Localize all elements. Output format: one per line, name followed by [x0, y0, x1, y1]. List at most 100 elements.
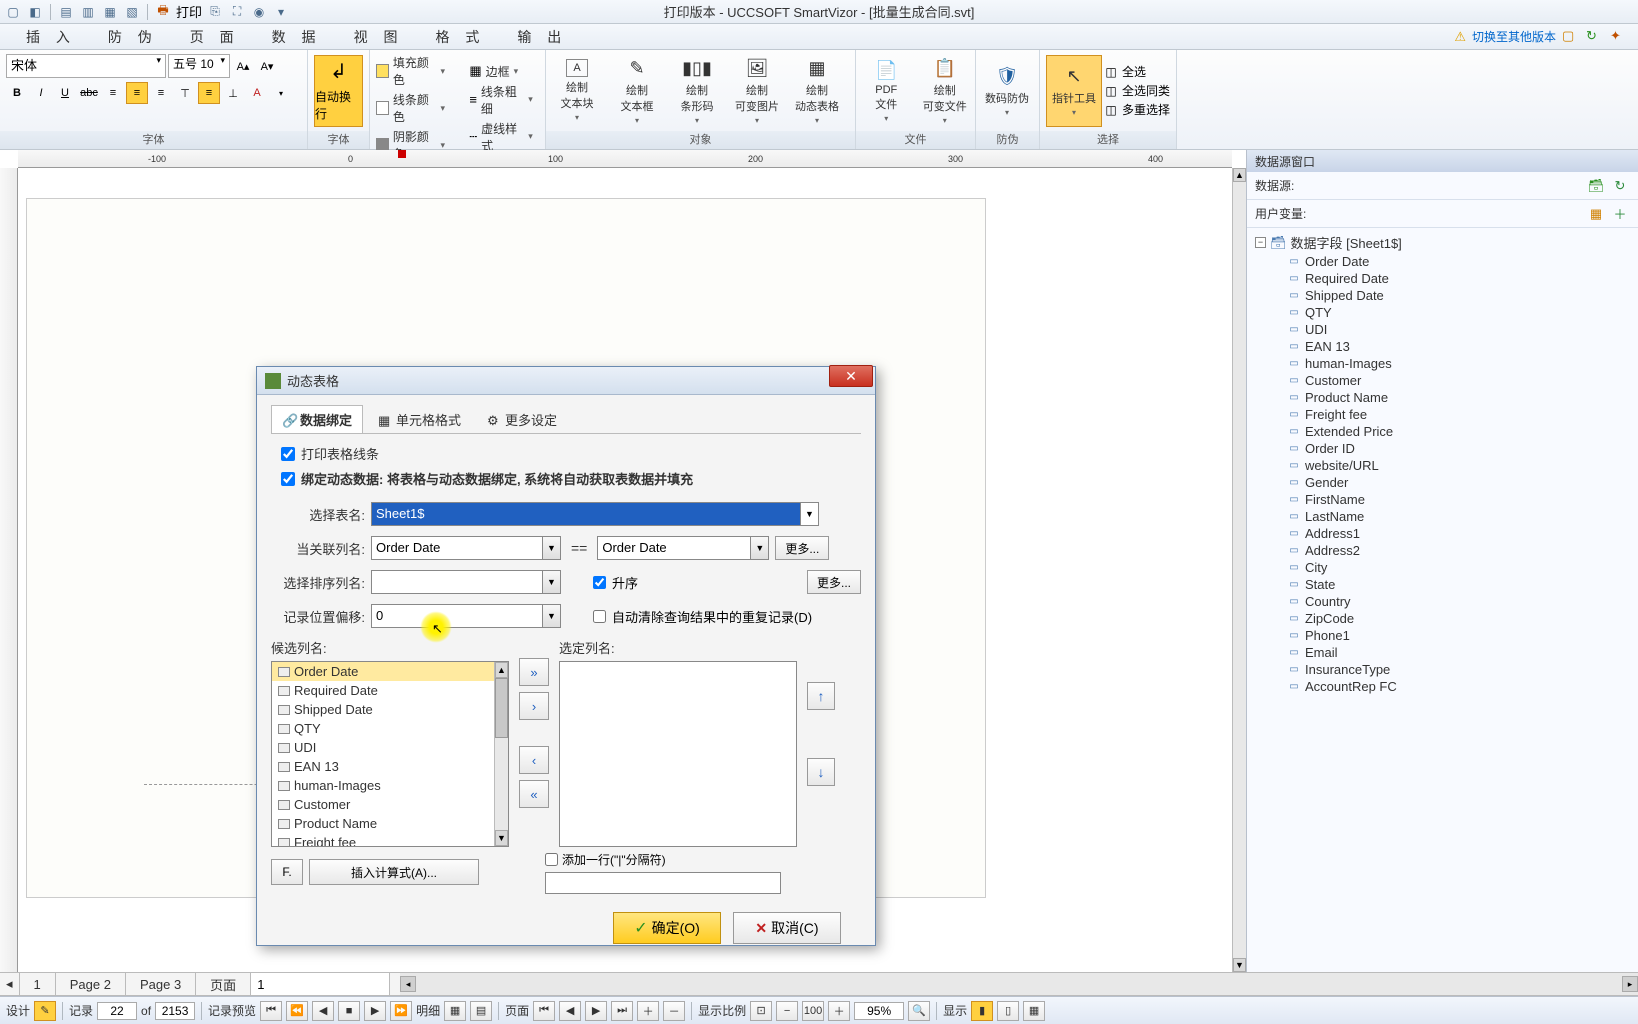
canvas[interactable]: 👠 ✕ 动态表格 🔗数据绑定 ▦单元格格式 ⚙更多设定 — [18, 168, 1232, 972]
nav-next10-button[interactable]: ⏩ — [390, 1001, 412, 1021]
list-item[interactable]: Required Date — [272, 681, 508, 700]
move-down-button[interactable]: ↓ — [807, 758, 835, 786]
db-icon[interactable]: 🗃 — [1586, 176, 1606, 196]
relation-more-button[interactable]: 更多... — [775, 536, 829, 560]
var-add-icon[interactable]: ＋ — [1610, 204, 1630, 224]
listbox-scrollbar[interactable]: ▲ ▼ — [494, 662, 508, 846]
list-item[interactable]: UDI — [272, 738, 508, 757]
tree-field[interactable]: ▭Freight fee — [1247, 406, 1638, 423]
page-tab[interactable]: Page 2 — [56, 973, 126, 995]
tree-field[interactable]: ▭Gender — [1247, 474, 1638, 491]
candidate-listbox[interactable]: Order Date Required Date Shipped Date QT… — [271, 661, 509, 847]
qat-icon[interactable]: ▧ — [123, 3, 141, 21]
page-tab[interactable]: Page 3 — [126, 973, 196, 995]
scroll-left-icon[interactable]: ◂ — [400, 976, 416, 992]
qat-dropdown-icon[interactable]: ▾ — [272, 3, 290, 21]
page-del-button[interactable]: － — [663, 1001, 685, 1021]
draw-textframe-button[interactable]: ✎绘制 文本框▾ — [612, 56, 662, 125]
nav-stop-button[interactable]: ■ — [338, 1001, 360, 1021]
tree-field[interactable]: ▭QTY — [1247, 304, 1638, 321]
page-tab-first[interactable]: ◂ — [0, 973, 20, 995]
draw-textblock-button[interactable]: A绘制 文本块▾ — [552, 59, 602, 122]
tree-field[interactable]: ▭State — [1247, 576, 1638, 593]
dropdown-icon[interactable]: ▼ — [542, 537, 560, 559]
insert-calc-button[interactable]: 插入计算式(A)... — [309, 859, 479, 885]
qat-icon[interactable]: ◉ — [250, 3, 268, 21]
zoom-out-button[interactable]: − — [776, 1001, 798, 1021]
refresh-icon[interactable]: ↻ — [1610, 176, 1630, 196]
dialog-titlebar[interactable]: 动态表格 — [257, 367, 875, 395]
zoom-in-button[interactable]: ＋ — [828, 1001, 850, 1021]
nav-prev-button[interactable]: ◀ — [312, 1001, 334, 1021]
list-item[interactable]: human-Images — [272, 776, 508, 795]
valign-bottom-button[interactable]: ⊥ — [222, 82, 244, 104]
list-item[interactable]: Customer — [272, 795, 508, 814]
scroll-thumb[interactable] — [495, 678, 508, 738]
nav-prev10-button[interactable]: ⏪ — [286, 1001, 308, 1021]
relation-left-combo[interactable]: Order Date▼ — [371, 536, 561, 560]
nav-next-button[interactable]: ▶ — [364, 1001, 386, 1021]
qat-icon[interactable]: ▥ — [79, 3, 97, 21]
align-center-button[interactable]: ≡ — [126, 82, 148, 104]
page-number-input[interactable] — [250, 973, 390, 995]
font-color-dropdown[interactable]: ▾ — [270, 82, 292, 104]
tree-field[interactable]: ▭Order Date — [1247, 253, 1638, 270]
scroll-up-icon[interactable]: ▲ — [495, 662, 508, 678]
menu-output[interactable]: 输 出 — [501, 27, 583, 47]
print-lines-checkbox[interactable] — [281, 447, 295, 461]
tab-cell-format[interactable]: ▦单元格格式 — [367, 405, 472, 433]
move-all-left-button[interactable]: « — [519, 780, 549, 808]
var-file-button[interactable]: 📋绘制 可变文件▾ — [921, 56, 970, 125]
align-left-button[interactable]: ≡ — [102, 82, 124, 104]
switch-version-link[interactable]: 切换至其他版本 — [1472, 28, 1556, 45]
tree-field[interactable]: ▭City — [1247, 559, 1638, 576]
grow-font-button[interactable]: A▴ — [232, 55, 254, 77]
list-item[interactable]: Order Date — [272, 662, 508, 681]
cancel-button[interactable]: ✕取消(C) — [733, 912, 841, 944]
align-right-button[interactable]: ≡ — [150, 82, 172, 104]
pointer-tool-button[interactable]: ↖指针工具▾ — [1046, 55, 1102, 127]
line-color-button[interactable]: 线条颜色▾ — [376, 91, 451, 125]
multi-select-button[interactable]: ◫多重选择 — [1104, 101, 1170, 118]
tree-field[interactable]: ▭LastName — [1247, 508, 1638, 525]
add-row-checkbox[interactable] — [545, 853, 558, 866]
security-button[interactable]: 🛡数码防伪▾ — [982, 64, 1032, 117]
table-name-combo[interactable]: Sheet1$▼ — [371, 502, 819, 526]
dash-style-button[interactable]: ┄虚线样式▾ — [469, 120, 539, 154]
ok-button[interactable]: ✓确定(O) — [613, 912, 721, 944]
vertical-scrollbar[interactable]: ▲ ▼ — [1232, 168, 1246, 972]
scroll-down-icon[interactable]: ▼ — [495, 830, 508, 846]
tree-field[interactable]: ▭Extended Price — [1247, 423, 1638, 440]
auto-wrap-button[interactable]: ↲ 自动换行 — [314, 55, 363, 127]
list-item[interactable]: Product Name — [272, 814, 508, 833]
tree-field[interactable]: ▭website/URL — [1247, 457, 1638, 474]
show-mode1-button[interactable]: ▮ — [971, 1001, 993, 1021]
move-all-right-button[interactable]: » — [519, 658, 549, 686]
tree-field[interactable]: ▭EAN 13 — [1247, 338, 1638, 355]
tree-field[interactable]: ▭UDI — [1247, 321, 1638, 338]
page-add-button[interactable]: ＋ — [637, 1001, 659, 1021]
dropdown-icon[interactable]: ▼ — [542, 571, 560, 593]
font-color-button[interactable]: A — [246, 82, 268, 104]
qat-icon[interactable]: ⎘ — [206, 3, 224, 21]
fill-color-button[interactable]: 填充颜色▾ — [376, 54, 451, 88]
print-icon[interactable]: 🖶 — [154, 3, 172, 21]
font-size-combo[interactable]: 五号 10▾ — [168, 54, 230, 78]
zoom-100-button[interactable]: 100 — [802, 1001, 824, 1021]
offset-combo[interactable]: 0▼ — [371, 604, 561, 628]
toolbar-icon[interactable]: ▢ — [1562, 28, 1580, 46]
tree-field[interactable]: ▭Required Date — [1247, 270, 1638, 287]
tree-field[interactable]: ▭Customer — [1247, 372, 1638, 389]
collapse-icon[interactable]: − — [1255, 237, 1266, 248]
list-item[interactable]: EAN 13 — [272, 757, 508, 776]
shrink-font-button[interactable]: A▾ — [256, 55, 278, 77]
pdf-file-button[interactable]: 📄PDF 文件▾ — [862, 58, 911, 123]
move-right-button[interactable]: › — [519, 692, 549, 720]
tree-field[interactable]: ▭Country — [1247, 593, 1638, 610]
dropdown-icon[interactable]: ▼ — [542, 605, 560, 627]
page-next-button[interactable]: ▶ — [585, 1001, 607, 1021]
font-name-combo[interactable]: 宋体▾ — [6, 54, 166, 78]
sort-more-button[interactable]: 更多... — [807, 570, 861, 594]
qat-icon[interactable]: ▤ — [57, 3, 75, 21]
tree-field[interactable]: ▭Phone1 — [1247, 627, 1638, 644]
